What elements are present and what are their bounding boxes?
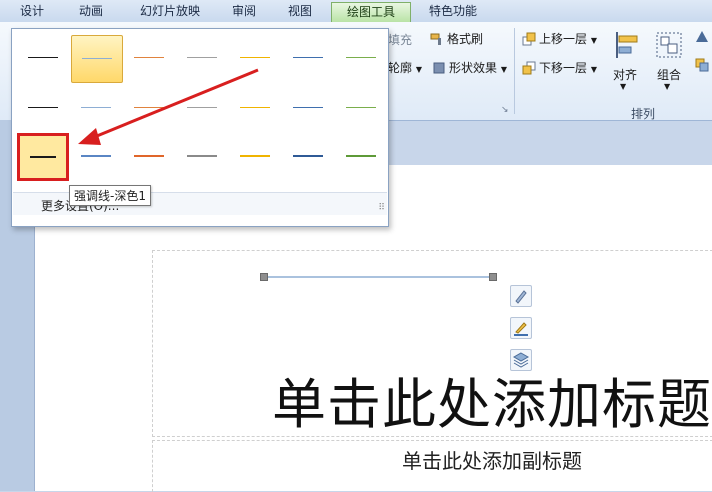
tooltip: 强调线-深色1 (69, 185, 151, 206)
line-start-handle[interactable] (260, 273, 268, 281)
line-style-option[interactable] (230, 133, 280, 179)
line-style-option[interactable] (336, 133, 386, 179)
line-style-option[interactable] (230, 85, 280, 131)
line-style-option[interactable] (283, 85, 333, 131)
line-style-option[interactable] (124, 85, 174, 131)
line-style-option[interactable] (18, 35, 68, 81)
line-style-option[interactable] (336, 85, 386, 131)
line-style-option[interactable] (124, 133, 174, 179)
line-style-option[interactable] (71, 35, 123, 83)
line-style-option[interactable] (230, 35, 280, 81)
line-style-option-emphasis-dark1[interactable] (17, 133, 69, 181)
line-style-gallery: 更多设置(O)... ⠿ (11, 28, 389, 227)
brush-icon (515, 290, 527, 304)
line-style-option[interactable] (71, 85, 121, 131)
line-style-option[interactable] (177, 85, 227, 131)
line-style-option[interactable] (177, 133, 227, 179)
pen-icon (514, 322, 528, 336)
line-end-handle[interactable] (489, 273, 497, 281)
line-style-option[interactable] (283, 35, 333, 81)
resize-grip-icon[interactable]: ⠿ (378, 203, 385, 213)
line-style-option[interactable] (124, 35, 174, 81)
line-style-option[interactable] (71, 133, 121, 179)
line-style-option[interactable] (18, 85, 68, 131)
outline-style-button[interactable] (510, 317, 532, 339)
subtitle-placeholder-text[interactable]: 单击此处添加副标题 (402, 445, 582, 474)
quick-style-button[interactable] (510, 285, 532, 307)
line-style-option[interactable] (177, 35, 227, 81)
line-style-option[interactable] (283, 133, 333, 179)
line-style-option[interactable] (336, 35, 386, 81)
title-placeholder-text[interactable]: 单击此处添加标题 (272, 360, 712, 439)
